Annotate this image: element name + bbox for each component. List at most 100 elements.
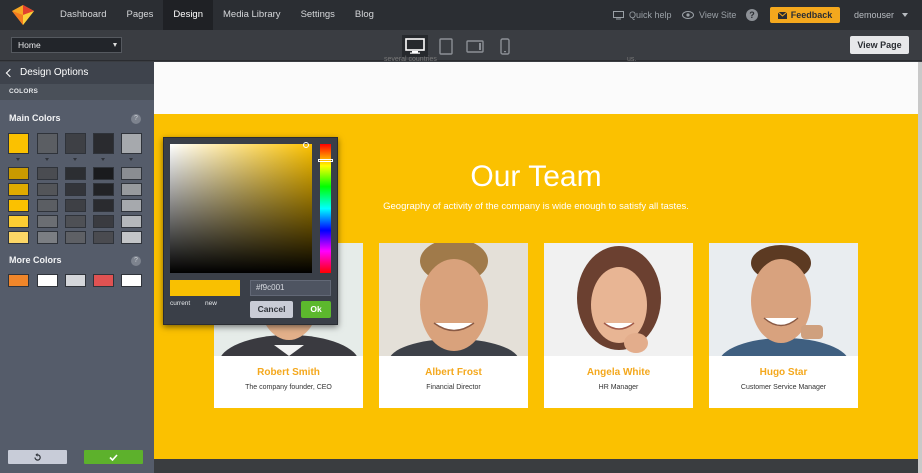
colors-section-label: COLORS xyxy=(0,84,154,100)
reset-button[interactable] xyxy=(8,450,67,464)
shade-swatch[interactable] xyxy=(37,215,58,228)
help-icon[interactable]: ? xyxy=(746,9,758,21)
mobile-view-button[interactable] xyxy=(492,35,518,57)
shade-swatch[interactable] xyxy=(37,183,58,196)
more-color-swatch[interactable] xyxy=(121,274,142,287)
shade-swatch[interactable] xyxy=(37,199,58,212)
shade-swatch[interactable] xyxy=(65,199,86,212)
nav-blog[interactable]: Blog xyxy=(345,0,384,30)
saturation-value-cursor[interactable] xyxy=(303,142,309,148)
shade-swatch[interactable] xyxy=(8,199,29,212)
quick-help-link[interactable]: Quick help xyxy=(613,0,672,30)
feedback-label: Feedback xyxy=(790,10,833,20)
chevron-down-icon xyxy=(113,43,117,47)
team-member-role: The company founder, CEO xyxy=(245,384,332,391)
shade-swatch[interactable] xyxy=(93,199,114,212)
team-member-photo[interactable] xyxy=(709,243,858,356)
saturation-value-field[interactable] xyxy=(170,144,312,273)
team-member-card[interactable]: Angela White HR Manager xyxy=(544,243,693,408)
swatch-arrow-icon xyxy=(45,158,49,161)
swatch-arrow-icon xyxy=(101,158,105,161)
shade-swatch[interactable] xyxy=(121,167,142,180)
view-site-label: View Site xyxy=(699,10,737,20)
view-site-link[interactable]: View Site xyxy=(682,0,736,30)
team-member-card[interactable]: Hugo Star Customer Service Manager xyxy=(709,243,858,408)
team-member-name: Robert Smith xyxy=(257,367,320,378)
eye-icon xyxy=(682,11,694,19)
ok-button[interactable]: Ok xyxy=(301,301,331,318)
main-colors-help-icon[interactable]: ? xyxy=(131,114,141,124)
tablet-view-button[interactable] xyxy=(433,35,459,57)
shade-swatch[interactable] xyxy=(37,231,58,244)
hex-input[interactable]: #f9c001 xyxy=(250,280,331,296)
design-options-header[interactable]: Design Options xyxy=(0,62,154,84)
page-select[interactable]: Home xyxy=(11,37,122,53)
previous-section xyxy=(154,62,918,114)
shade-swatch[interactable] xyxy=(65,215,86,228)
more-color-swatch[interactable] xyxy=(93,274,114,287)
shade-swatch[interactable] xyxy=(8,183,29,196)
color-picker-popup: current new #f9c001 Cancel Ok xyxy=(163,137,338,325)
back-chevron-icon[interactable] xyxy=(5,68,15,78)
app-logo-icon[interactable] xyxy=(12,5,34,25)
shade-swatch[interactable] xyxy=(8,167,29,180)
shade-swatch[interactable] xyxy=(65,231,86,244)
shade-swatch[interactable] xyxy=(121,199,142,212)
team-member-role: Customer Service Manager xyxy=(740,384,827,391)
nav-media-library[interactable]: Media Library xyxy=(213,0,291,30)
main-nav: Dashboard Pages Design Media Library Set… xyxy=(50,0,384,30)
desktop-view-icon xyxy=(405,38,425,54)
shade-swatch[interactable] xyxy=(65,183,86,196)
swatch-arrow-icon xyxy=(73,158,77,161)
feedback-button[interactable]: Feedback xyxy=(770,7,840,23)
shade-swatch[interactable] xyxy=(65,167,86,180)
more-color-swatch[interactable] xyxy=(37,274,58,287)
main-color-swatch[interactable] xyxy=(93,133,114,154)
hue-slider-handle[interactable] xyxy=(318,159,333,162)
tablet-landscape-view-button[interactable] xyxy=(462,35,488,57)
shade-swatch[interactable] xyxy=(121,183,142,196)
main-color-swatch[interactable] xyxy=(8,133,29,154)
apply-button[interactable] xyxy=(84,450,143,464)
user-menu-caret-icon[interactable] xyxy=(902,13,908,17)
cancel-button[interactable]: Cancel xyxy=(250,301,293,318)
new-color-label: new xyxy=(205,300,217,307)
reset-icon xyxy=(34,452,41,461)
mobile-view-icon xyxy=(500,37,510,55)
main-color-swatch[interactable] xyxy=(121,133,142,154)
nav-pages[interactable]: Pages xyxy=(116,0,163,30)
nav-settings[interactable]: Settings xyxy=(291,0,345,30)
team-member-card[interactable]: Albert Frost Financial Director xyxy=(379,243,528,408)
main-color-swatch[interactable] xyxy=(37,133,58,154)
team-member-photo[interactable] xyxy=(544,243,693,356)
shade-swatch[interactable] xyxy=(121,231,142,244)
team-member-photo[interactable] xyxy=(379,243,528,356)
editor-toolbar xyxy=(0,30,922,61)
user-menu[interactable]: demouser xyxy=(854,0,894,30)
shade-swatch[interactable] xyxy=(8,231,29,244)
design-options-title: Design Options xyxy=(20,67,89,78)
shade-swatch[interactable] xyxy=(93,167,114,180)
hue-slider[interactable] xyxy=(320,144,331,273)
more-colors-help-icon[interactable]: ? xyxy=(131,256,141,266)
shade-swatch[interactable] xyxy=(93,231,114,244)
nav-dashboard[interactable]: Dashboard xyxy=(50,0,116,30)
team-member-role: Financial Director xyxy=(426,384,481,391)
current-color-swatch xyxy=(170,280,240,296)
mail-icon xyxy=(777,11,787,19)
more-color-swatch[interactable] xyxy=(65,274,86,287)
main-color-swatch[interactable] xyxy=(65,133,86,154)
previous-section-text-left: several countries xyxy=(384,56,437,63)
page-select-value: Home xyxy=(18,40,41,50)
canvas-scrollbar[interactable] xyxy=(918,62,922,473)
more-color-swatch[interactable] xyxy=(8,274,29,287)
previous-section-text-right: us. xyxy=(627,56,637,63)
shade-swatch[interactable] xyxy=(93,183,114,196)
shade-swatch[interactable] xyxy=(37,167,58,180)
desktop-view-button[interactable] xyxy=(402,35,428,57)
shade-swatch[interactable] xyxy=(93,215,114,228)
shade-swatch[interactable] xyxy=(121,215,142,228)
view-page-button[interactable]: View Page xyxy=(850,36,909,54)
nav-design[interactable]: Design xyxy=(163,0,213,30)
shade-swatch[interactable] xyxy=(8,215,29,228)
